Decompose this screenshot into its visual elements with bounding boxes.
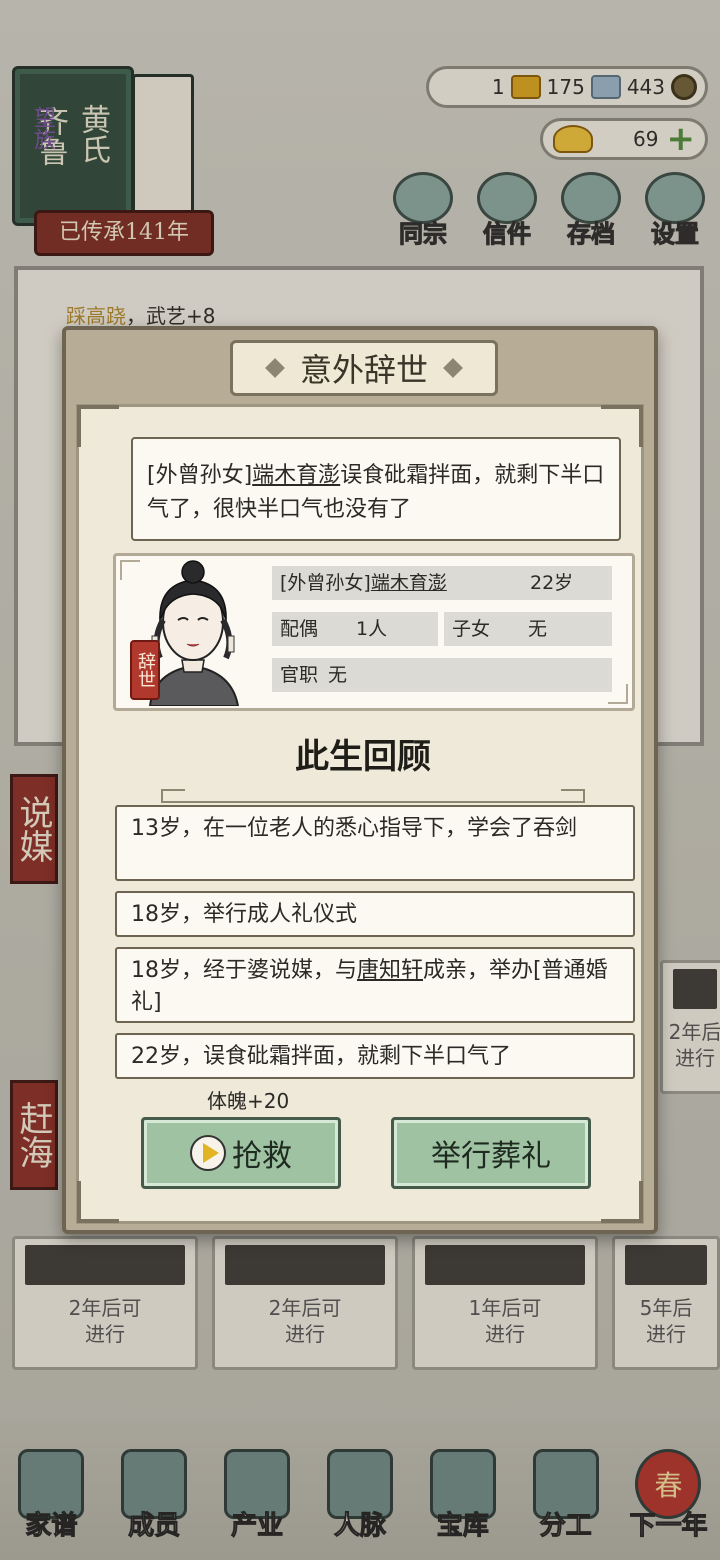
life-event-item: 22岁，误食砒霜拌面，就剩下半口气了 <box>115 1033 635 1079</box>
event-person-name[interactable]: 端木育澎 <box>252 463 340 488</box>
member-profile-card: 辞世 [外曾孙女]端木育澎 22岁 配偶 1人 子女 无 官职 无 <box>113 553 635 711</box>
death-event-dialog: 意外辞世 [外曾孙女]端木育澎误食砒霜拌面，就剩下半口气了，很快半口气也没有了 <box>62 326 658 1234</box>
life-review-title: 此生回顾 <box>295 737 431 777</box>
children-value: 无 <box>528 618 548 640</box>
dialog-title: 意外辞世 <box>299 351 428 389</box>
deceased-stamp: 辞世 <box>130 640 160 700</box>
children-label: 子女 <box>452 618 491 640</box>
event-description: [外曾孙女]端木育澎误食砒霜拌面，就剩下半口气了，很快半口气也没有了 <box>131 437 621 541</box>
office-label: 官职 <box>280 664 319 686</box>
profile-relation: [外曾孙女] <box>280 572 371 594</box>
spouse-name-link[interactable]: 唐知轩 <box>357 958 423 983</box>
office-value: 无 <box>328 664 348 686</box>
corner-ornament <box>77 1181 119 1223</box>
profile-office-row: 官职 无 <box>272 658 612 692</box>
life-event-text: 18岁，举行成人礼仪式 <box>131 902 357 927</box>
ornamental-divider <box>161 789 585 803</box>
dialog-title-plaque: 意外辞世 <box>230 340 498 396</box>
funeral-button-label: 举行葬礼 <box>431 1139 551 1174</box>
stat-gain-text: 体魄+20 <box>207 1089 290 1113</box>
spouse-value: 1人 <box>356 618 388 640</box>
funeral-button[interactable]: 举行葬礼 <box>391 1117 591 1189</box>
profile-age: 22岁 <box>530 572 574 594</box>
play-video-icon <box>190 1135 226 1171</box>
life-event-text: 13岁，在一位老人的悉心指导下，学会了吞剑 <box>131 816 577 841</box>
life-event-item: 18岁，经于婆说媒，与唐知轩成亲，举办[普通婚礼] <box>115 947 635 1023</box>
corner-ornament <box>77 405 119 447</box>
profile-children-row: 子女 无 <box>444 612 612 646</box>
diamond-ornament-icon <box>265 358 285 378</box>
event-relation: [外曾孙女] <box>147 463 253 488</box>
profile-spouse-row: 配偶 1人 <box>272 612 438 646</box>
dialog-body: [外曾孙女]端木育澎误食砒霜拌面，就剩下半口气了，很快半口气也没有了 辞世 [外… <box>76 404 644 1224</box>
diamond-ornament-icon <box>443 358 463 378</box>
rescue-button[interactable]: 抢救 <box>141 1117 341 1189</box>
spouse-label: 配偶 <box>280 618 319 640</box>
profile-name-row: [外曾孙女]端木育澎 22岁 <box>272 566 612 600</box>
life-event-item: 18岁，举行成人礼仪式 <box>115 891 635 937</box>
life-event-text: 18岁，经于婆说媒，与 <box>131 958 357 983</box>
life-event-text: 22岁，误食砒霜拌面，就剩下半口气了 <box>131 1044 511 1069</box>
rescue-button-label: 抢救 <box>232 1139 292 1174</box>
life-event-item: 13岁，在一位老人的悉心指导下，学会了吞剑 <box>115 805 635 881</box>
corner-ornament <box>601 1181 643 1223</box>
profile-name[interactable]: 端木育澎 <box>371 572 447 594</box>
